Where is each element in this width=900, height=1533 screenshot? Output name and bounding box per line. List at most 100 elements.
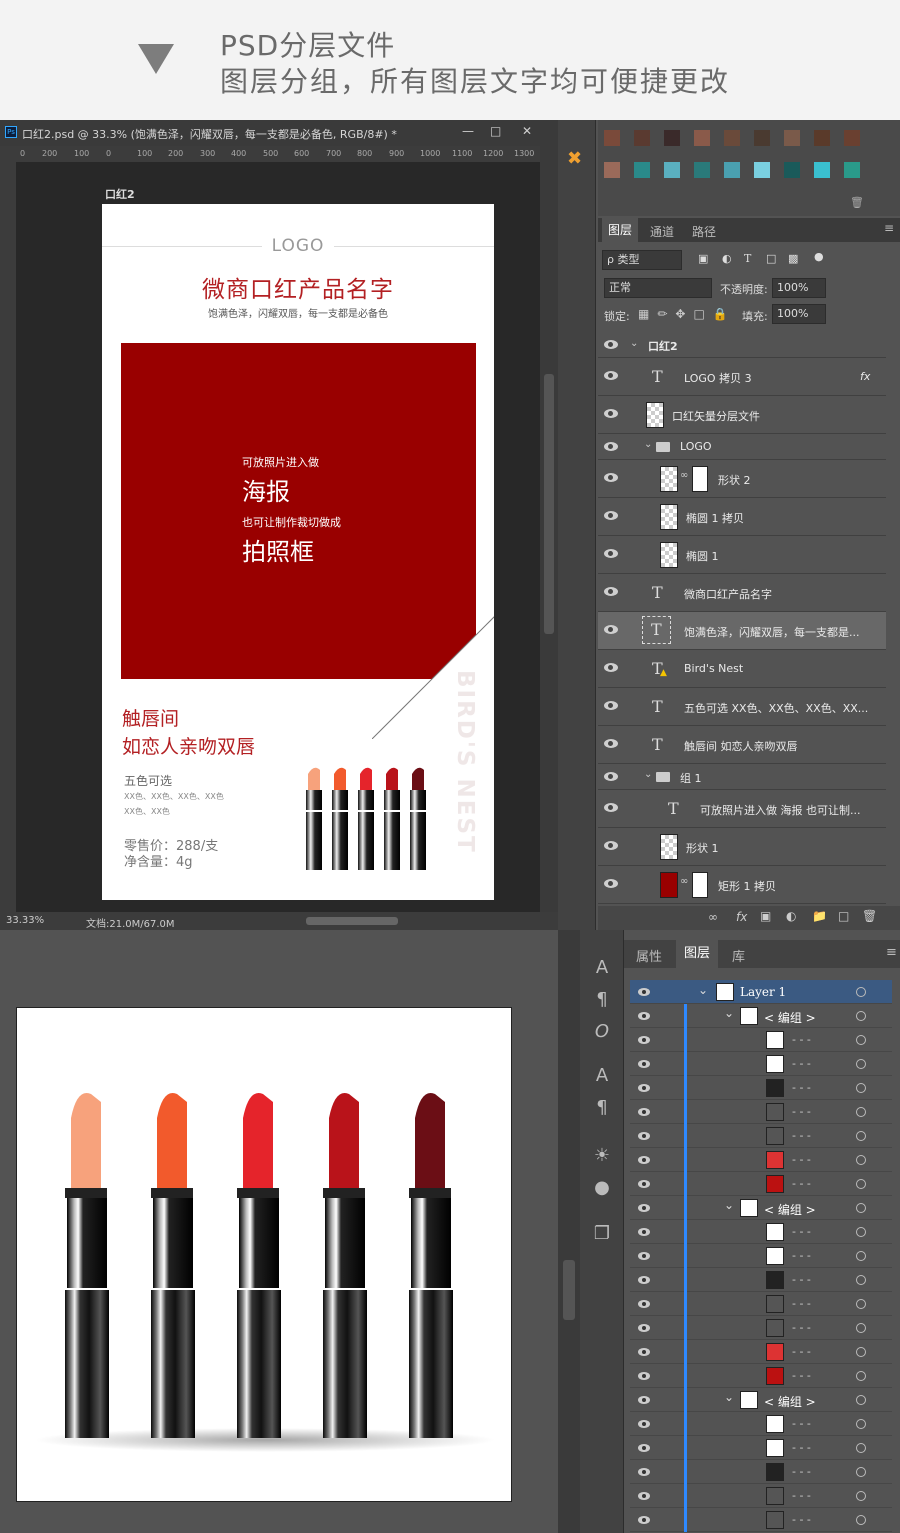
ai-path-row[interactable]: - - - xyxy=(630,1268,892,1292)
ai-path-row[interactable]: - - - xyxy=(630,1172,892,1196)
paragraph-icon[interactable]: ¶ xyxy=(590,988,614,1012)
target-icon[interactable] xyxy=(856,1323,866,1333)
target-icon[interactable] xyxy=(856,1059,866,1069)
target-icon[interactable] xyxy=(856,1395,866,1405)
eye-icon[interactable] xyxy=(638,1444,650,1452)
horizontal-scroll-thumb[interactable] xyxy=(306,917,398,925)
eye-icon[interactable] xyxy=(638,1012,650,1020)
panel-menu-icon[interactable]: ≡ xyxy=(884,221,894,235)
eye-icon[interactable] xyxy=(638,1228,650,1236)
eye-icon[interactable] xyxy=(604,409,618,418)
swatch[interactable] xyxy=(694,162,710,178)
eye-icon[interactable] xyxy=(638,1324,650,1332)
ai-path-row[interactable]: - - - xyxy=(630,1076,892,1100)
target-icon[interactable] xyxy=(856,987,866,997)
target-icon[interactable] xyxy=(856,1083,866,1093)
eye-icon[interactable] xyxy=(604,473,618,482)
target-icon[interactable] xyxy=(856,1443,866,1453)
ai-path-row[interactable]: - - - xyxy=(630,1412,892,1436)
tab-channels[interactable]: 通道 xyxy=(650,223,674,240)
layer-row[interactable]: 椭圆 1 xyxy=(598,536,886,574)
target-icon[interactable] xyxy=(856,1491,866,1501)
eye-icon[interactable] xyxy=(638,1516,650,1524)
character-styles-icon[interactable]: A xyxy=(590,1064,614,1088)
layer-row[interactable]: ⌄ LOGO xyxy=(598,434,886,460)
tab-layers[interactable]: 图层 xyxy=(676,940,719,968)
eye-icon[interactable] xyxy=(638,1372,650,1380)
target-icon[interactable] xyxy=(856,1107,866,1117)
eye-icon[interactable] xyxy=(604,340,618,349)
ai-path-row[interactable]: - - - xyxy=(630,1292,892,1316)
eye-icon[interactable] xyxy=(604,879,618,888)
opacity-field[interactable]: 100% xyxy=(772,278,826,298)
eye-icon[interactable] xyxy=(604,772,618,781)
target-icon[interactable] xyxy=(856,1203,866,1213)
target-icon[interactable] xyxy=(856,1179,866,1189)
chevron-down-icon[interactable]: ⌄ xyxy=(644,439,652,450)
swatch[interactable] xyxy=(724,130,740,146)
chevron-down-icon[interactable]: ⌄ xyxy=(724,1006,734,1020)
tab-paths[interactable]: 路径 xyxy=(692,223,716,240)
blend-mode-dropdown[interactable]: 正常 xyxy=(604,278,712,298)
target-icon[interactable] xyxy=(856,1251,866,1261)
layer-row[interactable]: ∞ 矩形 1 拷贝 xyxy=(598,866,886,904)
layer-row[interactable]: T ▲ Bird's Nest xyxy=(598,650,886,688)
filter-type-icon[interactable]: T xyxy=(744,252,751,265)
eye-icon[interactable] xyxy=(604,549,618,558)
fx-icon[interactable]: fx xyxy=(860,370,870,383)
target-icon[interactable] xyxy=(856,1467,866,1477)
target-icon[interactable] xyxy=(856,1011,866,1021)
swatch[interactable] xyxy=(664,130,680,146)
ai-group-row[interactable]: ⌄ < 编组 > xyxy=(630,1388,892,1412)
artboard[interactable]: LOGO 微商口红产品名字 饱满色泽，闪耀双唇，每一支都是必备色 可放照片进入做… xyxy=(102,204,494,900)
chevron-down-icon[interactable]: ⌄ xyxy=(724,1198,734,1212)
trash-icon[interactable]: 🗑 xyxy=(850,196,864,209)
layer-row[interactable]: T 可放照片进入做 海报 也可让制... xyxy=(598,790,886,828)
ai-path-row[interactable]: - - - xyxy=(630,1100,892,1124)
eye-icon[interactable] xyxy=(638,1492,650,1500)
eye-icon[interactable] xyxy=(638,988,650,996)
panel-menu-icon[interactable]: ≡ xyxy=(886,945,897,960)
layer-row[interactable]: T LOGO 拷贝 3 fx xyxy=(598,358,886,396)
fx-icon[interactable]: fx xyxy=(736,910,747,924)
eye-icon[interactable] xyxy=(638,1060,650,1068)
layer-row[interactable]: ⌄ 组 1 xyxy=(598,764,886,790)
ai-canvas-area[interactable] xyxy=(0,930,558,1533)
eye-icon[interactable] xyxy=(638,1276,650,1284)
layer-row[interactable]: T 微商口红产品名字 xyxy=(598,574,886,612)
tab-layers[interactable]: 图层 xyxy=(602,218,639,242)
close-icon[interactable]: ✕ xyxy=(522,124,532,138)
fill-field[interactable]: 100% xyxy=(772,304,826,324)
swatch[interactable] xyxy=(724,162,740,178)
chevron-down-icon[interactable]: ⌄ xyxy=(698,983,708,997)
target-icon[interactable] xyxy=(856,1227,866,1237)
ai-group-row[interactable]: ⌄ < 编组 > xyxy=(630,1004,892,1028)
swatch[interactable] xyxy=(784,130,800,146)
swatch[interactable] xyxy=(664,162,680,178)
eye-icon[interactable] xyxy=(638,1468,650,1476)
character-icon[interactable]: A xyxy=(590,956,614,980)
swatch[interactable] xyxy=(844,130,860,146)
eye-icon[interactable] xyxy=(604,841,618,850)
eye-icon[interactable] xyxy=(604,803,618,812)
ai-path-row[interactable]: - - - xyxy=(630,1460,892,1484)
swatch[interactable] xyxy=(844,162,860,178)
target-icon[interactable] xyxy=(856,1275,866,1285)
target-icon[interactable] xyxy=(856,1371,866,1381)
swatch[interactable] xyxy=(604,162,620,178)
target-icon[interactable] xyxy=(856,1155,866,1165)
eye-icon[interactable] xyxy=(638,1180,650,1188)
ai-path-row[interactable]: - - - xyxy=(630,1028,892,1052)
eye-icon[interactable] xyxy=(604,371,618,380)
swatch[interactable] xyxy=(754,162,770,178)
filter-kind-dropdown[interactable]: ρ 类型 xyxy=(602,250,682,270)
swatch[interactable] xyxy=(814,162,830,178)
swatch[interactable] xyxy=(694,130,710,146)
eye-icon[interactable] xyxy=(638,1204,650,1212)
filter-smart-icon[interactable]: ▩ xyxy=(788,252,798,265)
layer-row[interactable]: 口红矢量分层文件 xyxy=(598,396,886,434)
ai-path-row[interactable]: - - - xyxy=(630,1508,892,1532)
ai-path-row[interactable]: - - - xyxy=(630,1436,892,1460)
ai-path-row[interactable]: - - - xyxy=(630,1484,892,1508)
ai-group-row[interactable]: ⌄ < 编组 > xyxy=(630,1196,892,1220)
